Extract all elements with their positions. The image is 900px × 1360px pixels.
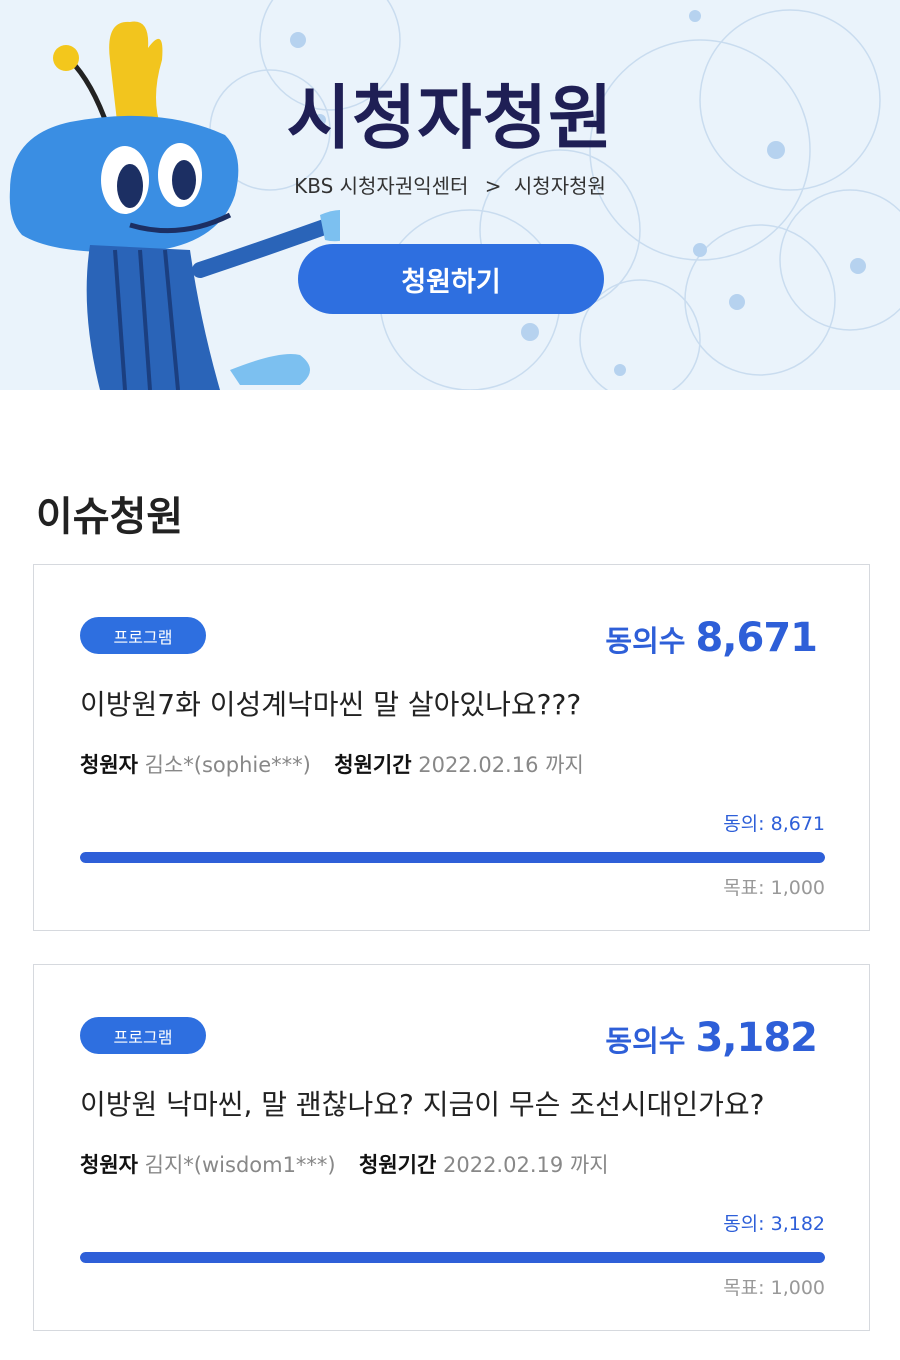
category-tag: 프로그램 bbox=[80, 1017, 206, 1054]
agree-progress-label: 동의: 3,182 bbox=[723, 1213, 825, 1235]
petition-meta: 청원자 김지*(wisdom1***) 청원기간 2022.02.19 까지 bbox=[80, 1149, 609, 1179]
start-petition-button[interactable]: 청원하기 bbox=[298, 244, 604, 314]
section-title: 이슈청원 bbox=[36, 494, 184, 540]
goal-label: 목표: 1,000 bbox=[723, 877, 825, 899]
agree-count-header: 동의수 8,671 bbox=[605, 615, 818, 661]
period-value: 2022.02.16 까지 bbox=[418, 753, 584, 777]
breadcrumb-item-current[interactable]: 시청자청원 bbox=[514, 174, 606, 198]
agree-count-label: 동의수 bbox=[605, 1024, 686, 1058]
petition-title[interactable]: 이방원 낙마씬, 말 괜찮나요? 지금이 무슨 조선시대인가요? bbox=[80, 1083, 765, 1123]
hero-banner: 시청자청원 KBS 시청자권익센터 > 시청자청원 청원하기 bbox=[0, 0, 900, 390]
agree-count-label: 동의수 bbox=[605, 624, 686, 658]
progress-fill bbox=[80, 852, 825, 863]
petitioner-label: 청원자 bbox=[80, 753, 138, 777]
agree-count-value: 3,182 bbox=[695, 1015, 818, 1061]
breadcrumb: KBS 시청자권익센터 > 시청자청원 bbox=[0, 170, 900, 199]
period-label: 청원기간 bbox=[334, 753, 412, 777]
progress-bar bbox=[80, 1252, 825, 1263]
petitioner-name: 김소*(sophie***) bbox=[144, 753, 311, 777]
progress-bar bbox=[80, 852, 825, 863]
progress-fill bbox=[80, 1252, 825, 1263]
petition-title[interactable]: 이방원7화 이성계낙마씬 말 살아있나요??? bbox=[80, 683, 581, 723]
petition-meta: 청원자 김소*(sophie***) 청원기간 2022.02.16 까지 bbox=[80, 749, 584, 779]
breadcrumb-item-home[interactable]: KBS 시청자권익센터 bbox=[294, 174, 468, 198]
agree-count-value: 8,671 bbox=[695, 615, 818, 661]
agree-progress-label: 동의: 8,671 bbox=[723, 813, 825, 835]
page-title: 시청자청원 bbox=[286, 77, 614, 159]
petitioner-label: 청원자 bbox=[80, 1153, 138, 1177]
period-value: 2022.02.19 까지 bbox=[442, 1153, 609, 1177]
petition-card[interactable]: 프로그램 동의수 8,671 이방원7화 이성계낙마씬 말 살아있나요??? 청… bbox=[33, 564, 870, 931]
goal-label: 목표: 1,000 bbox=[723, 1277, 825, 1299]
category-tag: 프로그램 bbox=[80, 617, 206, 654]
petition-card[interactable]: 프로그램 동의수 3,182 이방원 낙마씬, 말 괜찮나요? 지금이 무슨 조… bbox=[33, 964, 870, 1331]
period-label: 청원기간 bbox=[359, 1153, 437, 1177]
petitioner-name: 김지*(wisdom1***) bbox=[144, 1153, 336, 1177]
agree-count-header: 동의수 3,182 bbox=[605, 1015, 818, 1061]
breadcrumb-separator: > bbox=[484, 174, 502, 198]
